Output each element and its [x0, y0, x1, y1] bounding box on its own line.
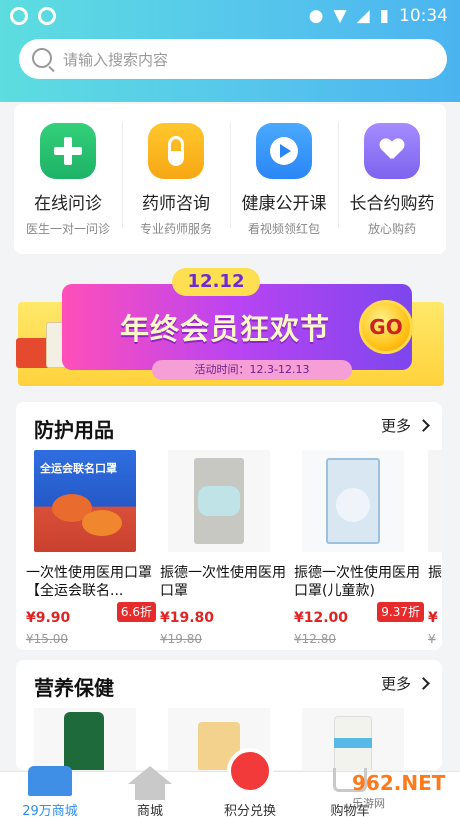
watermark-logo: 962.NET 乐游网 — [352, 771, 452, 815]
service-grid: 在线问诊 医生一对一问诊 药师咨询 专业药师服务 健康公开课 看视频领红包 长合… — [14, 104, 446, 254]
discount-badge: 6.6折 — [116, 602, 156, 622]
service-subtitle: 专业药师服务 — [139, 222, 212, 236]
watermark-sub: 乐游网 — [352, 797, 385, 810]
play-icon — [256, 123, 312, 179]
original-price: ¥15.00 — [26, 632, 68, 646]
banner-title: 年终会员狂欢节 — [120, 312, 331, 346]
section-nutrition: 营养保健 更多 — [16, 660, 442, 770]
battery-icon: ▮ — [379, 6, 389, 26]
service-subtitle: 看视频领红包 — [247, 222, 320, 236]
product-card[interactable]: 振德一次性使用医用口罩(儿童款) ¥12.00 9.37折 ¥12.80 — [294, 450, 428, 646]
nav-label: 积分兑换 — [223, 804, 276, 817]
banner-date: 12.12 — [172, 268, 260, 296]
more-label: 更多 — [380, 675, 411, 693]
more-label: 更多 — [380, 417, 411, 435]
nav-label: 商城 — [136, 804, 163, 817]
product-card[interactable]: 全运会联名口罩 一次性使用医用口罩【全运会联名... ¥9.90 6.6折 ¥1… — [26, 450, 160, 646]
app-notification-icon — [10, 7, 28, 25]
service-title: 药师咨询 — [142, 194, 210, 214]
product-list — [26, 708, 428, 770]
product-image — [302, 450, 404, 552]
handshake-heart-icon — [364, 123, 420, 179]
product-image — [302, 708, 404, 770]
status-right: ● ▼ ◢ ▮ 10:34 — [309, 6, 448, 26]
watermark-brand: 962.NET — [352, 771, 446, 795]
service-title: 长合约购药 — [349, 194, 435, 214]
nav-home[interactable]: 29万商城 — [0, 766, 100, 817]
product-card[interactable] — [160, 708, 294, 770]
more-link[interactable]: 更多 — [380, 673, 430, 694]
signal-icon: ◢ — [356, 6, 370, 26]
section-title: 营养保健 — [34, 676, 114, 700]
status-time: 10:34 — [399, 6, 448, 26]
section-protective-supplies: 防护用品 更多 全运会联名口罩 一次性使用医用口罩【全运会联名... ¥9.90… — [16, 402, 442, 650]
product-price: ¥ — [428, 610, 438, 626]
product-image — [34, 708, 136, 770]
nav-points[interactable]: 积分兑换 — [200, 748, 300, 817]
product-name: 一次性使用医用口罩【全运会联名... — [26, 565, 152, 599]
product-image: 全运会联名口罩 — [34, 450, 136, 552]
chevron-right-icon — [417, 419, 430, 432]
store-icon — [28, 766, 72, 796]
banner-subtitle: 活动时间：12.3-12.13 — [152, 360, 352, 380]
house-icon — [128, 766, 172, 784]
product-card[interactable] — [26, 708, 160, 770]
product-name: 振德一次性使用医用口罩 — [160, 565, 286, 599]
status-left-icons — [10, 7, 56, 25]
banner-go-button[interactable]: GO — [359, 300, 413, 354]
product-card-partial[interactable]: 振 ¥ ¥ — [428, 450, 442, 646]
product-card[interactable]: 振德一次性使用医用口罩 ¥19.80 ¥19.80 — [160, 450, 294, 646]
original-price: ¥ — [428, 632, 436, 646]
chevron-right-icon — [417, 677, 430, 690]
service-long-contract[interactable]: 长合约购药 放心购药 — [338, 104, 446, 254]
discount-badge: 9.37折 — [377, 602, 424, 622]
service-health-class[interactable]: 健康公开课 看视频领红包 — [230, 104, 338, 254]
flame-icon — [227, 748, 273, 794]
service-pharmacist[interactable]: 药师咨询 专业药师服务 — [122, 104, 230, 254]
product-image-caption: 全运会联名口罩 — [40, 462, 117, 475]
plus-cross-icon — [40, 123, 96, 179]
location-icon: ● — [308, 6, 324, 26]
house-body — [135, 784, 165, 800]
product-image — [428, 450, 442, 552]
section-title: 防护用品 — [34, 418, 114, 442]
service-online-consult[interactable]: 在线问诊 医生一对一问诊 — [14, 104, 122, 254]
search-placeholder[interactable]: 请输入搜索内容 — [63, 49, 168, 70]
search-icon — [32, 48, 52, 68]
more-link[interactable]: 更多 — [380, 415, 430, 436]
original-price: ¥19.80 — [160, 632, 202, 646]
nav-label: 29万商城 — [22, 804, 78, 817]
pill-icon — [148, 123, 204, 179]
product-card[interactable] — [294, 708, 428, 770]
service-subtitle: 放心购药 — [367, 222, 416, 236]
product-name: 振德一次性使用医用口罩(儿童款) — [294, 565, 420, 599]
product-image — [168, 450, 270, 552]
search-bar[interactable]: 请输入搜索内容 — [19, 39, 447, 79]
service-subtitle: 医生一对一问诊 — [25, 222, 110, 236]
nav-mall[interactable]: 商城 — [100, 766, 200, 817]
app-notification-icon-2 — [38, 7, 56, 25]
promo-banner[interactable]: 12.12 年终会员狂欢节 活动时间：12.3-12.13 GO — [14, 262, 446, 392]
wifi-icon: ▼ — [333, 6, 347, 26]
service-title: 在线问诊 — [34, 194, 102, 214]
status-bar: ● ▼ ◢ ▮ 10:34 — [0, 0, 460, 34]
product-name: 振 — [428, 565, 442, 581]
service-title: 健康公开课 — [241, 194, 327, 214]
product-list: 全运会联名口罩 一次性使用医用口罩【全运会联名... ¥9.90 6.6折 ¥1… — [26, 450, 442, 646]
product-price: ¥19.80 — [160, 610, 215, 626]
original-price: ¥12.80 — [294, 632, 336, 646]
